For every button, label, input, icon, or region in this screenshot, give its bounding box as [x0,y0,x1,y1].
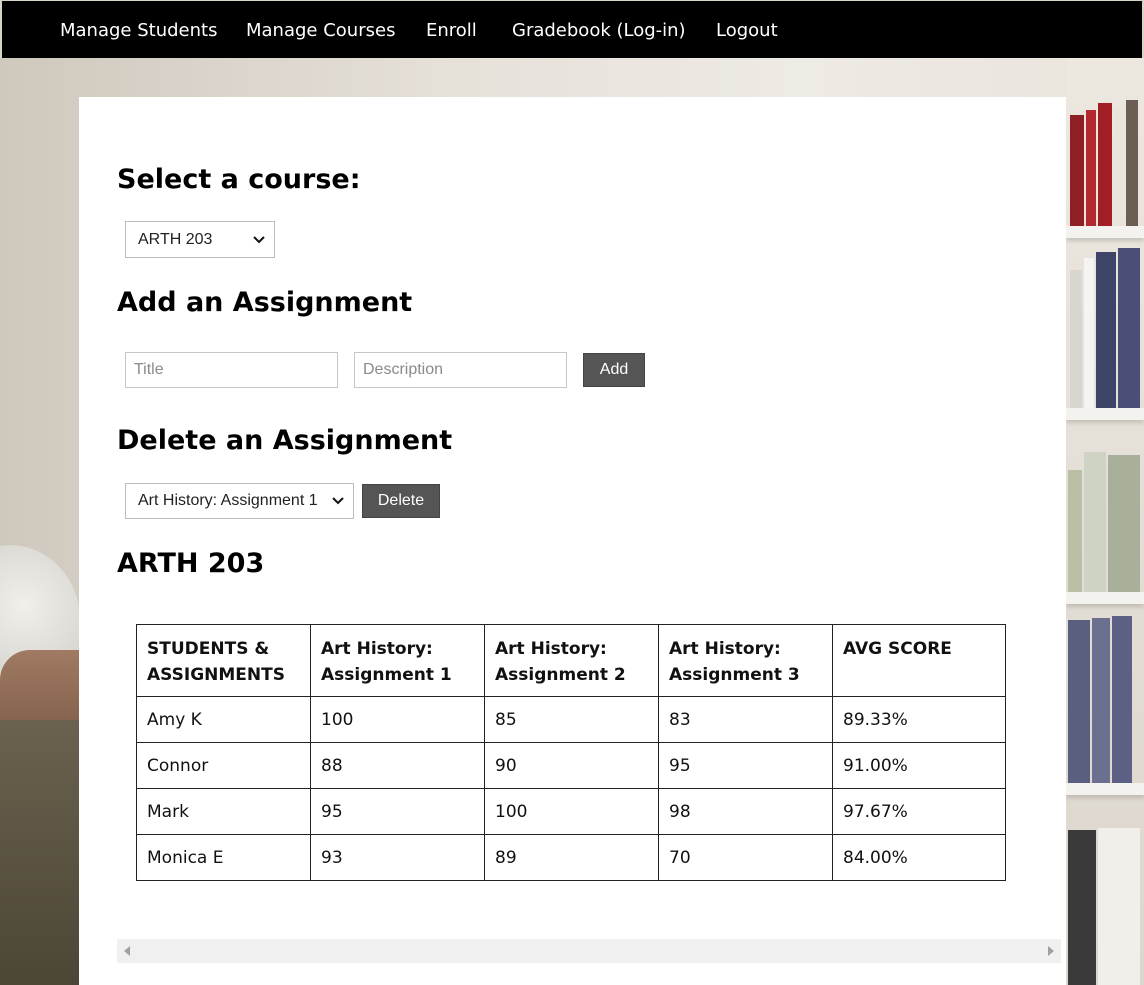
avg-score-cell: 97.67% [832,788,1006,835]
course-select[interactable]: ARTH 203 [125,221,275,258]
avg-score-cell: 91.00% [832,742,1006,789]
assignment-select[interactable]: Art History: Assignment 1 [125,483,354,519]
avg-score-cell: 89.33% [832,696,1006,743]
nav-logout[interactable]: Logout [716,20,778,41]
student-name-cell: Mark [136,788,311,835]
avg-score-cell: 84.00% [832,834,1006,881]
score-cell: 95 [658,742,833,789]
table-row: Connor 88 90 95 91.00% [136,742,1006,789]
score-cell: 70 [658,834,833,881]
gradebook-table: STUDENTS & ASSIGNMENTS Art History: Assi… [136,624,1006,881]
assignment-description-input[interactable] [354,352,567,388]
score-cell: 95 [310,788,485,835]
score-cell: 98 [658,788,833,835]
score-cell: 93 [310,834,485,881]
horizontal-scrollbar[interactable] [117,939,1061,963]
column-header: STUDENTS & ASSIGNMENTS [136,624,311,697]
assignment-select-value: Art History: Assignment 1 [138,492,318,509]
score-cell: 90 [484,742,659,789]
score-cell: 83 [658,696,833,743]
score-cell: 100 [484,788,659,835]
score-cell: 85 [484,696,659,743]
table-row: Mark 95 100 98 97.67% [136,788,1006,835]
column-header: Art History: Assignment 2 [484,624,659,697]
chevron-down-icon [332,497,344,505]
chevron-down-icon [253,236,265,244]
student-name-cell: Monica E [136,834,311,881]
column-header: AVG SCORE [832,624,1006,697]
nav-manage-students[interactable]: Manage Students [60,20,217,41]
scroll-left-arrow-icon[interactable] [123,945,131,957]
nav-gradebook[interactable]: Gradebook (Log-in) [512,20,686,41]
course-select-value: ARTH 203 [138,231,213,248]
main-panel: Select a course: ARTH 203 Add an Assignm… [79,97,1066,985]
course-title-heading: ARTH 203 [117,548,265,579]
score-cell: 88 [310,742,485,789]
top-navbar: Manage Students Manage Courses Enroll Gr… [2,1,1142,58]
add-assignment-heading: Add an Assignment [117,287,413,318]
add-button[interactable]: Add [583,353,645,387]
delete-button[interactable]: Delete [362,484,440,518]
column-header: Art History: Assignment 1 [310,624,485,697]
assignment-title-input[interactable] [125,352,338,388]
table-header-row: STUDENTS & ASSIGNMENTS Art History: Assi… [136,624,1006,697]
table-row: Monica E 93 89 70 84.00% [136,834,1006,881]
column-header: Art History: Assignment 3 [658,624,833,697]
score-cell: 100 [310,696,485,743]
nav-manage-courses[interactable]: Manage Courses [246,20,395,41]
table-row: Amy K 100 85 83 89.33% [136,696,1006,743]
student-name-cell: Amy K [136,696,311,743]
delete-assignment-heading: Delete an Assignment [117,425,453,456]
scroll-right-arrow-icon[interactable] [1047,945,1055,957]
select-course-heading: Select a course: [117,164,361,195]
student-name-cell: Connor [136,742,311,789]
score-cell: 89 [484,834,659,881]
nav-enroll[interactable]: Enroll [426,20,477,41]
